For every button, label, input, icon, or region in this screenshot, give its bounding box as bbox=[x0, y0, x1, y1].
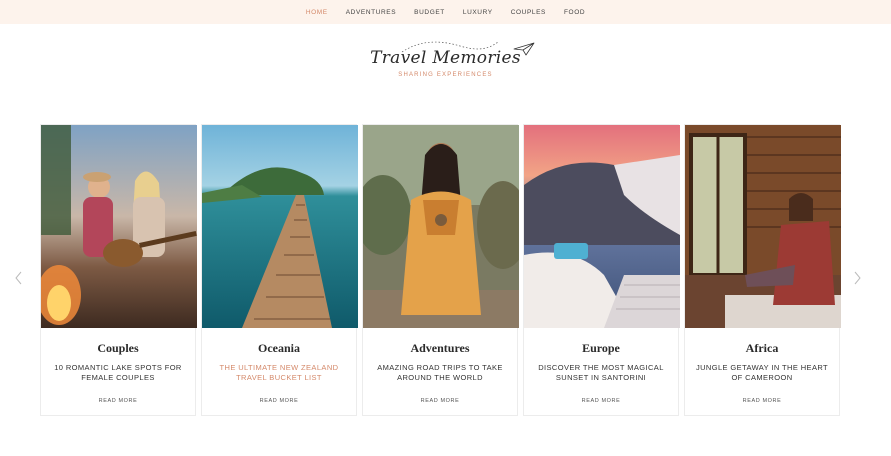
adventures-photo bbox=[363, 125, 519, 328]
post-image-oceania[interactable] bbox=[202, 125, 358, 328]
nav-couples[interactable]: COUPLES bbox=[502, 9, 555, 16]
africa-photo bbox=[685, 125, 841, 328]
post-card-oceania[interactable]: Oceania THE ULTIMATE NEW ZEALAND TRAVEL … bbox=[201, 124, 358, 416]
dotted-path-icon bbox=[401, 41, 499, 53]
site-logo[interactable]: Travel Memories SHARING EXPERIENCES bbox=[0, 41, 891, 78]
post-category[interactable]: Europe bbox=[524, 341, 678, 356]
post-card-europe[interactable]: Europe DISCOVER THE MOST MAGICAL SUNSET … bbox=[523, 124, 680, 416]
post-card-africa[interactable]: Africa JUNGLE GETAWAY IN THE HEART OF CA… bbox=[684, 124, 841, 416]
couples-photo bbox=[41, 125, 197, 328]
read-more-link[interactable]: READ MORE bbox=[41, 398, 195, 404]
top-navigation: HOME ADVENTURES BUDGET LUXURY COUPLES FO… bbox=[0, 0, 891, 24]
post-excerpt[interactable]: DISCOVER THE MOST MAGICAL SUNSET IN SANT… bbox=[534, 363, 668, 383]
read-more-link[interactable]: READ MORE bbox=[524, 398, 678, 404]
nav-home[interactable]: HOME bbox=[297, 9, 337, 16]
slider-prev-button[interactable] bbox=[14, 271, 24, 285]
post-image-adventures[interactable] bbox=[363, 125, 519, 328]
post-category[interactable]: Africa bbox=[685, 341, 839, 356]
read-more-link[interactable]: READ MORE bbox=[685, 398, 839, 404]
oceania-photo bbox=[202, 125, 358, 328]
post-category[interactable]: Couples bbox=[41, 341, 195, 356]
europe-photo bbox=[524, 125, 680, 328]
post-excerpt[interactable]: THE ULTIMATE NEW ZEALAND TRAVEL BUCKET L… bbox=[212, 363, 346, 383]
read-more-link[interactable]: READ MORE bbox=[363, 398, 517, 404]
post-excerpt[interactable]: JUNGLE GETAWAY IN THE HEART OF CAMEROON bbox=[695, 363, 829, 383]
nav-budget[interactable]: BUDGET bbox=[405, 9, 454, 16]
tagline: SHARING EXPERIENCES bbox=[398, 72, 493, 78]
post-category[interactable]: Oceania bbox=[202, 341, 356, 356]
post-image-couples[interactable] bbox=[41, 125, 197, 328]
nav-luxury[interactable]: LUXURY bbox=[454, 9, 502, 16]
read-more-link[interactable]: READ MORE bbox=[202, 398, 356, 404]
chevron-left-icon bbox=[15, 271, 22, 285]
nav-adventures[interactable]: ADVENTURES bbox=[337, 9, 405, 16]
slider-next-button[interactable] bbox=[852, 271, 862, 285]
nav-food[interactable]: FOOD bbox=[555, 9, 594, 16]
post-card-adventures[interactable]: Adventures AMAZING ROAD TRIPS TO TAKE AR… bbox=[362, 124, 519, 416]
post-image-europe[interactable] bbox=[524, 125, 680, 328]
post-excerpt[interactable]: 10 ROMANTIC LAKE SPOTS FOR FEMALE COUPLE… bbox=[51, 363, 185, 383]
post-excerpt[interactable]: AMAZING ROAD TRIPS TO TAKE AROUND THE WO… bbox=[373, 363, 507, 383]
paper-plane-icon bbox=[513, 42, 535, 56]
logo-wrapper[interactable]: Travel Memories bbox=[370, 41, 535, 68]
post-category[interactable]: Adventures bbox=[363, 341, 517, 356]
chevron-right-icon bbox=[854, 271, 861, 285]
post-card-couples[interactable]: Couples 10 ROMANTIC LAKE SPOTS FOR FEMAL… bbox=[40, 124, 197, 416]
post-image-africa[interactable] bbox=[685, 125, 841, 328]
post-slider: Couples 10 ROMANTIC LAKE SPOTS FOR FEMAL… bbox=[40, 124, 841, 416]
